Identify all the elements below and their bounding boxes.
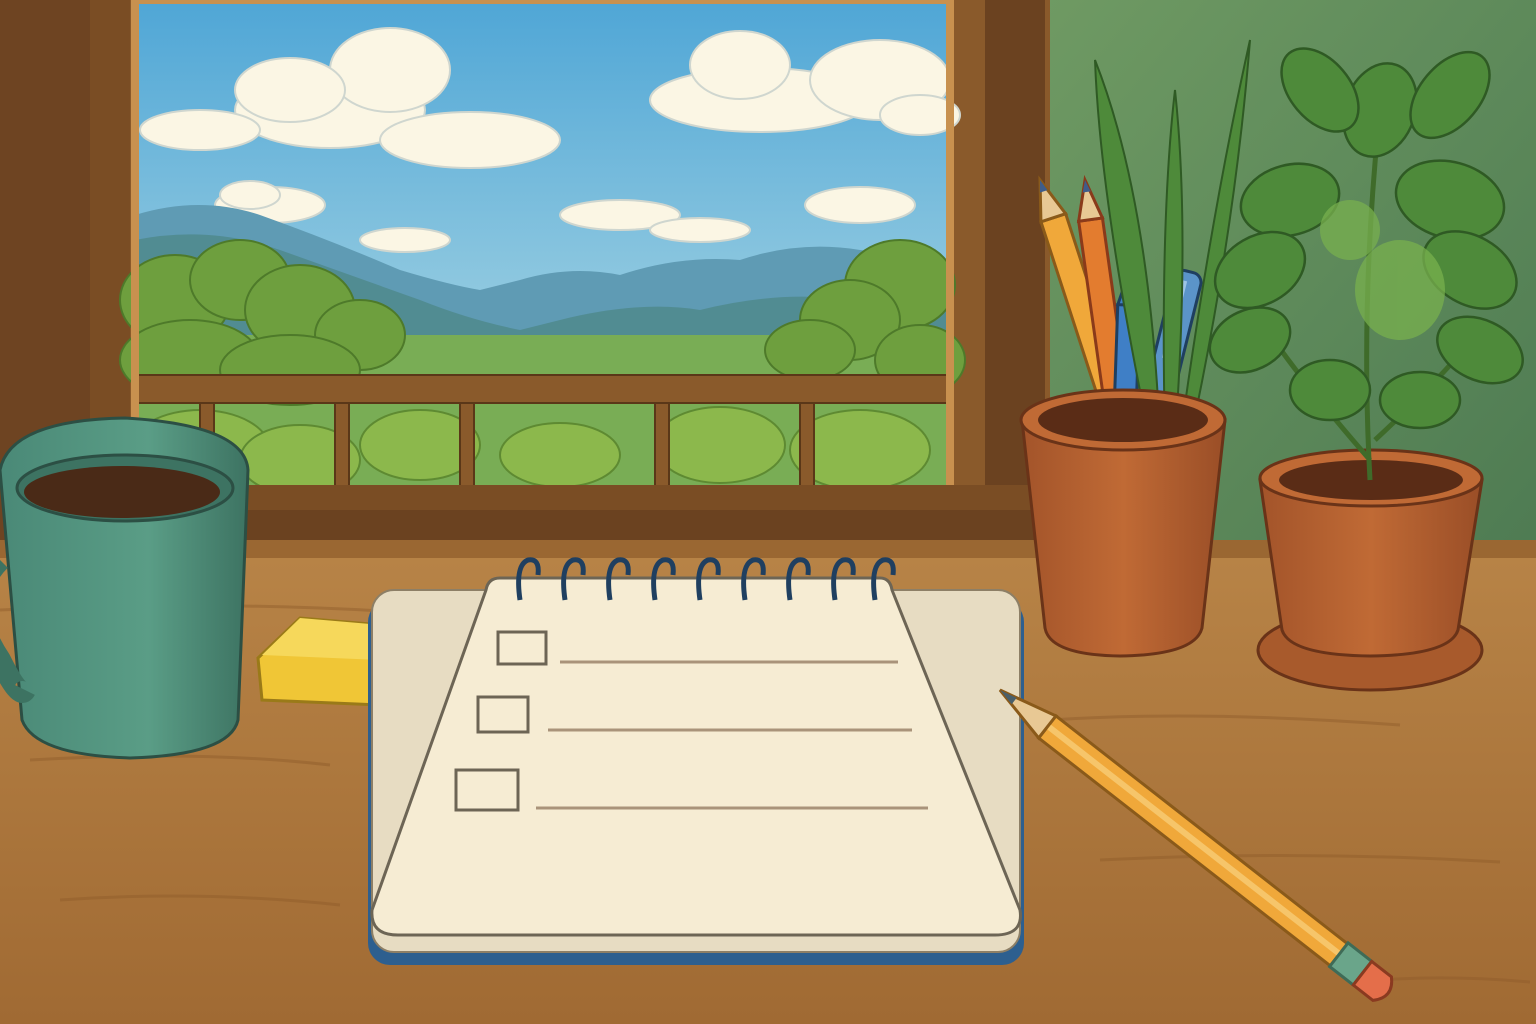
desk-window-scene (0, 0, 1536, 1024)
coffee (24, 466, 220, 518)
scene-illustration (0, 0, 1536, 1024)
coffee-mug (0, 416, 250, 760)
pot (1020, 418, 1227, 658)
notepad (368, 557, 1024, 965)
